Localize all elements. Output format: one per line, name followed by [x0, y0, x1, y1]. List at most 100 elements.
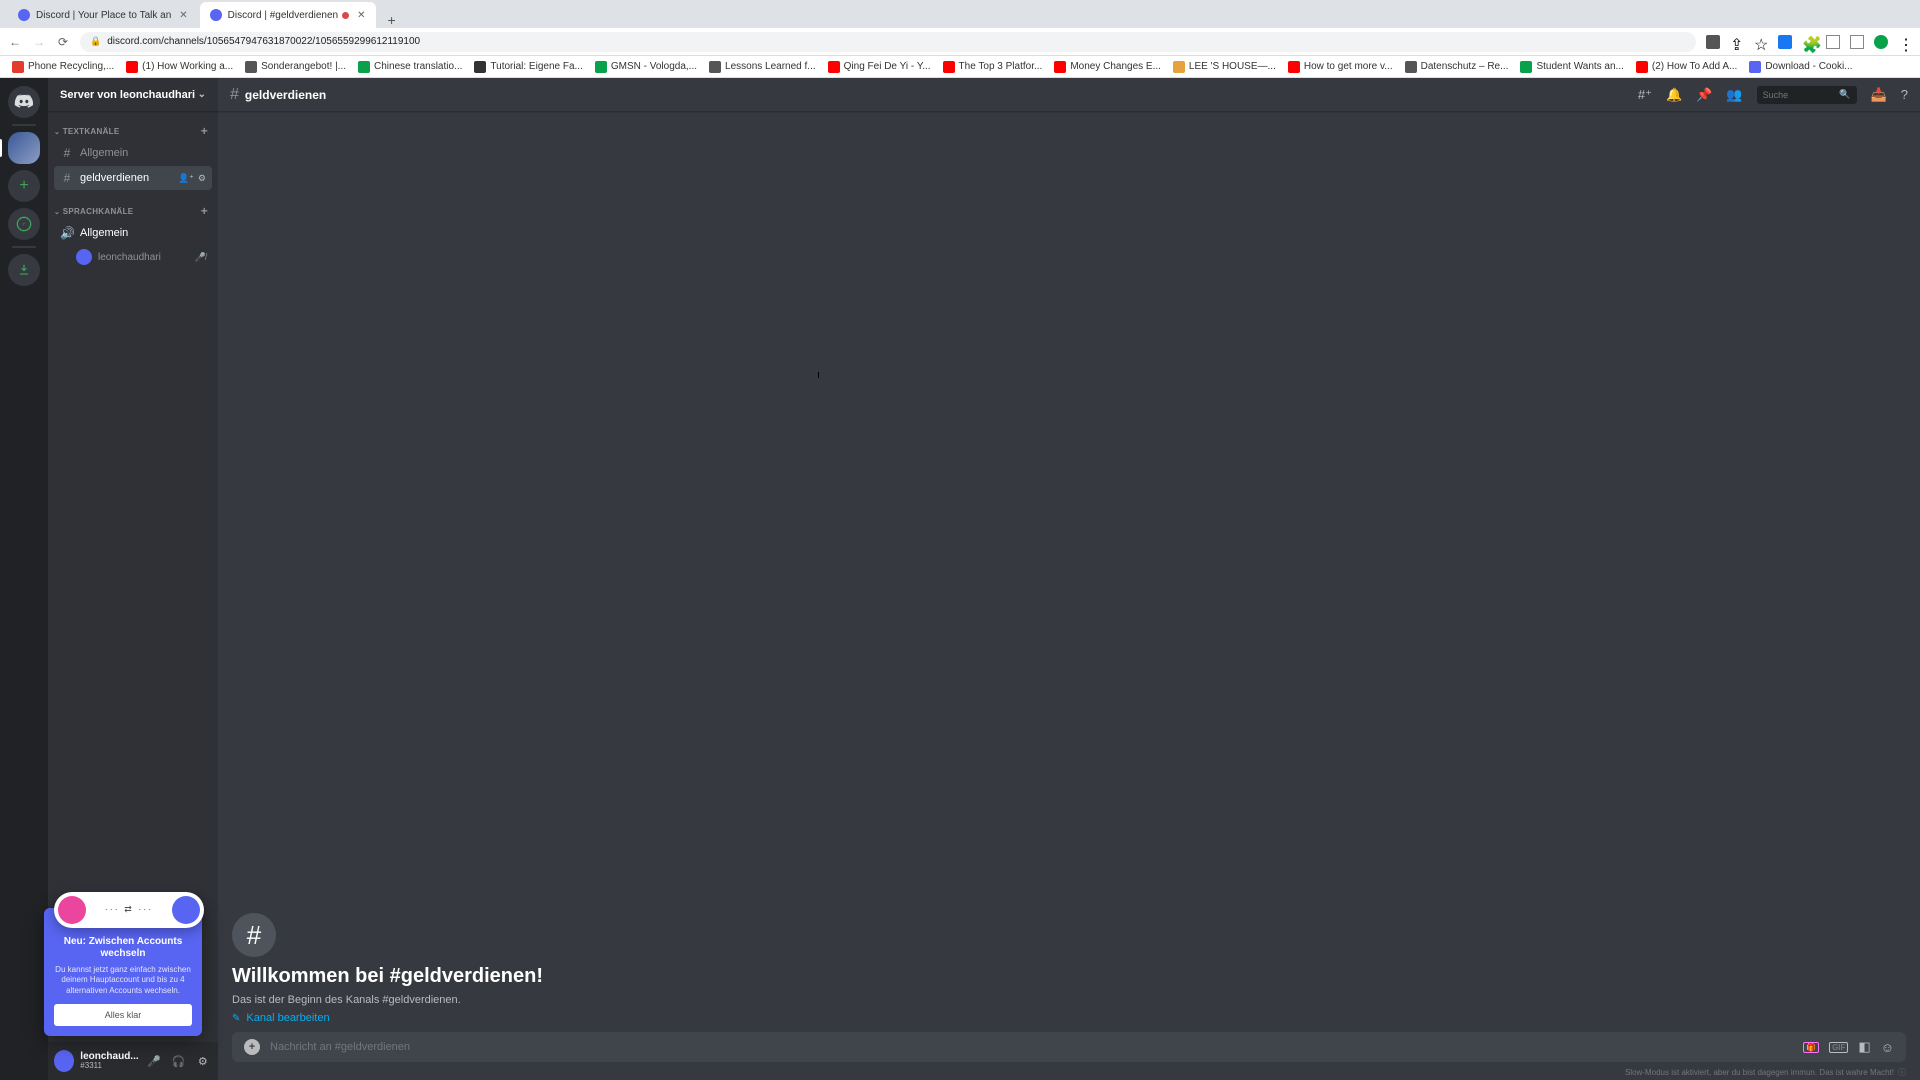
bookmark-item[interactable]: Student Wants an...	[1516, 61, 1627, 73]
voice-channel-allgemein[interactable]: 🔊 Allgemein	[54, 221, 212, 245]
ext-icon[interactable]	[1850, 35, 1864, 49]
bookmark-item[interactable]: GMSN - Vologda,...	[591, 61, 701, 73]
rail-separator	[12, 124, 36, 126]
url-field[interactable]: 🔒 discord.com/channels/10565479476318700…	[80, 32, 1696, 52]
category-header-voice[interactable]: ⌄ SPRACHKANÄLE +	[52, 200, 214, 220]
message-composer[interactable]: + Nachricht an #geldverdienen 🎁 GIF ◧ ☺	[232, 1032, 1906, 1062]
channel-allgemein[interactable]: # Allgemein	[54, 141, 212, 165]
info-icon[interactable]: ⓘ	[1898, 1067, 1906, 1078]
user-tag: #3311	[80, 1062, 138, 1070]
emoji-icon[interactable]: ☺	[1881, 1040, 1894, 1055]
search-placeholder: Suche	[1763, 90, 1789, 100]
invite-icon[interactable]: 👤⁺	[178, 173, 194, 184]
gif-icon[interactable]: GIF	[1829, 1042, 1848, 1053]
lock-icon: 🔒	[90, 36, 101, 47]
menu-icon[interactable]: ⋮	[1898, 35, 1912, 49]
gear-icon[interactable]: ⚙	[198, 173, 206, 184]
bookmark-item[interactable]: LEE 'S HOUSE—...	[1169, 61, 1280, 73]
explore-servers-button[interactable]	[8, 208, 40, 240]
avatar-icon[interactable]	[1874, 35, 1888, 49]
bookmark-item[interactable]: Phone Recycling,...	[8, 61, 118, 73]
bookmark-item[interactable]: Tutorial: Eigene Fa...	[470, 61, 586, 73]
new-tab-button[interactable]: +	[378, 12, 406, 28]
reload-button[interactable]: ⟳	[56, 35, 70, 49]
bookmark-item[interactable]: Download - Cooki...	[1745, 61, 1856, 73]
bookmark-item[interactable]: Qing Fei De Yi - Y...	[824, 61, 935, 73]
category-header-text[interactable]: ⌄ TEXTKANÄLE +	[52, 120, 214, 140]
account-switch-popover: ··· ⇄ ··· Neu: Zwischen Accounts wechsel…	[44, 908, 202, 1036]
share-icon[interactable]: ⇪	[1730, 35, 1744, 49]
hash-badge-icon: #	[232, 913, 276, 957]
add-server-button[interactable]: +	[8, 170, 40, 202]
messages-area: # Willkommen bei #geldverdienen! Das ist…	[218, 112, 1920, 1032]
bookmark-item[interactable]: (1) How Working a...	[122, 61, 237, 73]
bookmark-item[interactable]: Datenschutz – Re...	[1401, 61, 1513, 73]
search-input[interactable]: Suche 🔍	[1757, 86, 1857, 104]
star-icon[interactable]: ☆	[1754, 35, 1768, 49]
edit-channel-link[interactable]: ✎ Kanal bearbeiten	[232, 1012, 1906, 1024]
tab-title: Discord | Your Place to Talk an	[36, 10, 171, 21]
popover-title: Neu: Zwischen Accounts wechseln	[54, 936, 192, 961]
channel-welcome: # Willkommen bei #geldverdienen! Das ist…	[232, 913, 1906, 1024]
threads-icon[interactable]: #⁺	[1638, 87, 1652, 103]
bookmark-item[interactable]: Lessons Learned f...	[705, 61, 820, 73]
attach-button[interactable]: +	[244, 1039, 260, 1055]
pinned-icon[interactable]: 📌	[1696, 87, 1712, 103]
popover-dismiss-button[interactable]: Alles klar	[54, 1004, 192, 1026]
download-icon	[17, 263, 31, 277]
avatar-illustration	[172, 896, 200, 924]
extension-icons: ⇪ ☆ 🧩 ⋮	[1706, 35, 1912, 49]
popover-graphic: ··· ⇄ ···	[54, 892, 204, 928]
home-button[interactable]	[8, 86, 40, 118]
user-avatar[interactable]	[54, 1050, 74, 1072]
bookmark-item[interactable]: How to get more v...	[1284, 61, 1397, 73]
channel-geldverdienen[interactable]: # geldverdienen 👤⁺ ⚙	[54, 166, 212, 190]
add-channel-icon[interactable]: +	[201, 204, 208, 218]
tab-favicon	[210, 9, 222, 21]
pencil-icon: ✎	[232, 1013, 240, 1024]
forward-button[interactable]: →	[32, 35, 46, 49]
settings-button[interactable]: ⚙	[194, 1051, 212, 1071]
bookmark-item[interactable]: Sonderangebot! |...	[241, 61, 350, 73]
bookmark-item[interactable]: Money Changes E...	[1050, 61, 1165, 73]
sticker-icon[interactable]: ◧	[1858, 1039, 1870, 1055]
download-apps-button[interactable]	[8, 254, 40, 286]
ext-icon[interactable]	[1826, 35, 1840, 49]
slowmode-notice: Slow-Modus ist aktiviert, aber du bist d…	[1625, 1067, 1906, 1078]
url-text: discord.com/channels/1056547947631870022…	[107, 36, 420, 47]
close-icon[interactable]: ✕	[357, 10, 365, 21]
bookmark-item[interactable]: Chinese translatio...	[354, 61, 466, 73]
server-header[interactable]: Server von leonchaudhari ⌄	[48, 78, 218, 112]
members-icon[interactable]: 👥	[1726, 87, 1742, 103]
user-info[interactable]: leonchaud... #3311	[80, 1052, 138, 1070]
add-channel-icon[interactable]: +	[201, 124, 208, 138]
close-icon[interactable]: ✕	[179, 10, 187, 21]
bookmark-item[interactable]: (2) How To Add A...	[1632, 61, 1741, 73]
user-dock: leonchaud... #3311 🎤 🎧 ⚙	[48, 1042, 218, 1080]
bookmark-item[interactable]: The Top 3 Platfor...	[939, 61, 1047, 73]
puzzle-icon[interactable]: 🧩	[1802, 35, 1816, 49]
welcome-title: Willkommen bei #geldverdienen!	[232, 965, 1906, 988]
back-button[interactable]: ←	[8, 35, 22, 49]
gift-icon[interactable]: 🎁	[1803, 1042, 1819, 1053]
ext-icon[interactable]	[1778, 35, 1792, 49]
discord-logo-icon	[14, 92, 34, 112]
recording-indicator	[342, 12, 349, 19]
guild-item-selected[interactable]	[8, 132, 40, 164]
speaker-icon: 🔊	[60, 226, 74, 240]
composer-placeholder: Nachricht an #geldverdienen	[270, 1041, 1793, 1053]
search-icon: 🔍	[1839, 89, 1850, 100]
deafen-button[interactable]: 🎧	[169, 1051, 187, 1071]
notifications-icon[interactable]: 🔔	[1666, 87, 1682, 103]
browser-tab[interactable]: Discord | Your Place to Talk an ✕	[8, 2, 198, 28]
ext-icon[interactable]	[1706, 35, 1720, 49]
voice-user[interactable]: leonchaudhari 🎤̸	[52, 246, 214, 268]
mute-button[interactable]: 🎤	[145, 1051, 163, 1071]
help-icon[interactable]: ?	[1901, 87, 1908, 102]
browser-tab-active[interactable]: Discord | #geldverdienen ✕	[200, 2, 376, 28]
guild-rail: +	[0, 78, 48, 1080]
inbox-icon[interactable]: 📥	[1871, 87, 1887, 103]
popover-description: Du kannst jetzt ganz einfach zwischen de…	[54, 965, 192, 996]
rail-separator	[12, 246, 36, 248]
address-bar: ← → ⟳ 🔒 discord.com/channels/10565479476…	[0, 28, 1920, 56]
